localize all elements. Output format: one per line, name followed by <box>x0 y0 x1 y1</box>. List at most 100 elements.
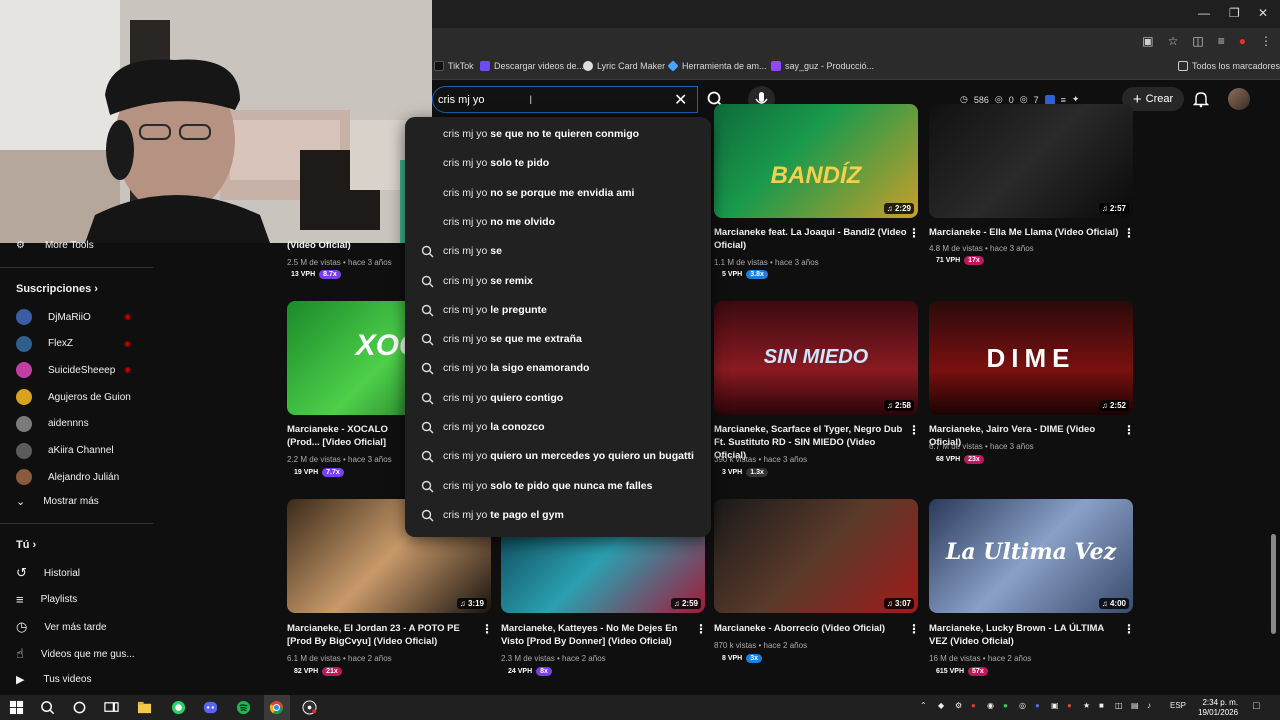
cortana-icon[interactable] <box>72 700 87 715</box>
multiplier-badge: 17x <box>964 256 984 265</box>
more-options-icon[interactable]: ⋮ <box>695 622 707 636</box>
search-suggestion[interactable]: cris mj yo la sigo enamorando <box>405 354 711 383</box>
video-thumbnail[interactable]: ♫ 3:07 <box>714 499 918 613</box>
sidebar-item-playlists[interactable]: ≡ Playlists <box>16 592 77 607</box>
video-title[interactable]: Marcianeke - Aborrecío (Video Oficial) <box>714 622 908 635</box>
tray-app-icon[interactable]: ■ <box>1099 701 1104 710</box>
video-title[interactable]: Marcianeke - Ella Me Llama (Video Oficia… <box>929 226 1123 239</box>
bookmark-all[interactable]: Todos los marcadores <box>1178 61 1280 71</box>
clear-search-icon[interactable]: ✕ <box>674 90 687 110</box>
sidebar-item-your-videos[interactable]: ▶ Tus videos <box>16 673 91 686</box>
subscription-item[interactable]: SuicideSheeep <box>16 362 115 379</box>
minimize-icon[interactable]: — <box>1198 6 1210 20</box>
tray-overflow-icon[interactable]: ⌃ <box>920 701 927 710</box>
search-suggestion[interactable]: cris mj yo se que no te quieren conmigo <box>405 120 711 149</box>
sidebar-item-liked[interactable]: ☝ Videos que me gus... <box>16 646 135 662</box>
video-title[interactable]: Marcianeke, Katteyes - No Me Dejes En Vi… <box>501 622 695 648</box>
more-options-icon[interactable]: ⋮ <box>1123 226 1135 240</box>
video-title[interactable]: Marcianeke, Lucky Brown - LA ÚLTIMA VEZ … <box>929 622 1123 648</box>
tray-whatsapp-icon[interactable]: ● <box>1003 701 1008 710</box>
subscription-item[interactable]: DjMaRiiO <box>16 309 91 325</box>
spotify-icon[interactable] <box>236 700 251 715</box>
video-thumbnail[interactable]: ♫ 2:57 <box>929 104 1133 218</box>
bookmark-tiktok[interactable]: TikTok <box>434 61 474 71</box>
extensions-icon[interactable]: ◫ <box>1192 34 1203 48</box>
tray-app-icon[interactable]: ⚙ <box>955 701 962 710</box>
restore-icon[interactable]: ❐ <box>1229 6 1240 20</box>
subscriptions-heading[interactable]: Suscripciones › <box>16 283 98 295</box>
video-title[interactable]: Marcianeke feat. La Joaqui - Bandi2 (Vid… <box>714 226 908 252</box>
sidebar-item-more-tools[interactable]: ⚙ More Tools <box>16 240 94 251</box>
subscription-item[interactable]: aKiira Channel <box>16 442 114 459</box>
tray-app-icon[interactable]: ● <box>971 701 976 710</box>
subscription-item[interactable]: Alejandro Julián <box>16 469 119 486</box>
more-options-icon[interactable]: ⋮ <box>1123 622 1135 636</box>
search-input[interactable]: cris mj yo I <box>432 86 698 113</box>
media-icon[interactable]: ≡ <box>1218 34 1225 48</box>
video-title[interactable]: Marcianeke, El Jordan 23 - A POTO PE [Pr… <box>287 622 481 648</box>
video-title[interactable]: Marcianeke - XOCALO (Prod... [Video Ofic… <box>287 423 405 449</box>
video-thumbnail[interactable]: La Ultima Vez ♫ 4:00 <box>929 499 1133 613</box>
obs-icon[interactable] <box>302 700 317 715</box>
taskbar-search-icon[interactable] <box>40 700 55 715</box>
tray-discord-icon[interactable]: ● <box>1035 701 1040 710</box>
page-scrollbar[interactable] <box>1271 534 1276 634</box>
bookmark-descargar[interactable]: Descargar videos de... <box>480 61 584 71</box>
tray-app-icon[interactable]: ◆ <box>938 701 944 710</box>
more-options-icon[interactable]: ⋮ <box>908 622 920 636</box>
show-more-button[interactable]: ⌄ Mostrar más <box>16 495 99 508</box>
network-icon[interactable]: ◫ <box>1115 701 1123 710</box>
search-suggestion[interactable]: cris mj yo le pregunte <box>405 296 711 325</box>
display-icon[interactable]: ▤ <box>1131 701 1139 710</box>
tray-app-icon[interactable]: ◎ <box>1019 701 1026 710</box>
search-suggestion[interactable]: cris mj yo solo te pido que nunca me fal… <box>405 472 711 501</box>
subscription-item[interactable]: Agujeros de Guion <box>16 389 131 406</box>
windows-start-icon[interactable] <box>9 700 24 715</box>
notification-center-icon[interactable]: □ <box>1253 700 1260 712</box>
search-suggestion[interactable]: cris mj yo se remix <box>405 267 711 296</box>
file-explorer-icon[interactable] <box>137 700 152 715</box>
tray-app-icon[interactable]: ★ <box>1083 701 1090 710</box>
search-suggestion[interactable]: cris mj yo te pago el gym <box>405 501 711 530</box>
tray-app-icon[interactable]: ▣ <box>1051 701 1059 710</box>
sidebar-item-history[interactable]: ↺ Historial <box>16 565 80 581</box>
search-suggestion[interactable]: cris mj yo la conozco <box>405 413 711 442</box>
task-view-icon[interactable] <box>104 700 119 715</box>
more-options-icon[interactable]: ⋮ <box>908 423 920 437</box>
more-options-icon[interactable]: ⋮ <box>1123 423 1135 437</box>
search-suggestion[interactable]: cris mj yo se que me extraña <box>405 325 711 354</box>
tray-chrome-icon[interactable]: ● <box>1067 701 1072 710</box>
browser-menu-icon[interactable]: ⋮ <box>1260 34 1272 48</box>
sidebar-item-watch-later[interactable]: ◷ Ver más tarde <box>16 619 107 635</box>
cast-icon[interactable]: ▣ <box>1142 34 1153 48</box>
profile-icon[interactable]: ● <box>1239 34 1246 48</box>
you-heading[interactable]: Tú › <box>16 539 36 551</box>
taskbar-clock[interactable]: 2:34 p. m. 19/01/2026 <box>1198 698 1238 718</box>
search-suggestion[interactable]: cris mj yo quiero un mercedes yo quiero … <box>405 442 711 471</box>
bookmark-sayguz[interactable]: say_guz - Producció... <box>771 61 874 71</box>
search-suggestion[interactable]: cris mj yo no me olvido <box>405 208 711 237</box>
account-avatar[interactable] <box>1228 88 1250 110</box>
language-indicator[interactable]: ESP <box>1170 701 1186 710</box>
chrome-icon[interactable] <box>269 700 284 715</box>
subscription-item[interactable]: FlexZ <box>16 335 73 352</box>
search-suggestion[interactable]: cris mj yo solo te pido <box>405 149 711 178</box>
discord-icon[interactable] <box>203 700 218 715</box>
subscription-item[interactable]: aidennns <box>16 415 89 432</box>
search-suggestion[interactable]: cris mj yo no se porque me envidia ami <box>405 179 711 208</box>
search-suggestion[interactable]: cris mj yo se <box>405 237 711 266</box>
video-thumbnail[interactable]: BANDÍZ ♫ 2:29 <box>714 104 918 218</box>
video-thumbnail[interactable]: DIME ♫ 2:52 <box>929 301 1133 415</box>
tray-app-icon[interactable]: ◉ <box>987 701 994 710</box>
bookmark-lyric[interactable]: Lyric Card Maker <box>583 61 665 71</box>
more-options-icon[interactable]: ⋮ <box>481 622 493 636</box>
close-window-icon[interactable]: ✕ <box>1258 6 1268 20</box>
star-icon[interactable]: ☆ <box>1168 34 1179 48</box>
search-suggestion[interactable]: cris mj yo quiero contigo <box>405 384 711 413</box>
more-options-icon[interactable]: ⋮ <box>908 226 920 240</box>
whatsapp-icon[interactable] <box>171 700 186 715</box>
video-thumbnail[interactable]: SIN MIEDO ♫ 2:58 <box>714 301 918 415</box>
volume-icon[interactable]: ♪ <box>1147 701 1151 710</box>
notifications-button[interactable] <box>1192 90 1210 113</box>
bookmark-herramienta[interactable]: Herramienta de am... <box>667 60 767 72</box>
